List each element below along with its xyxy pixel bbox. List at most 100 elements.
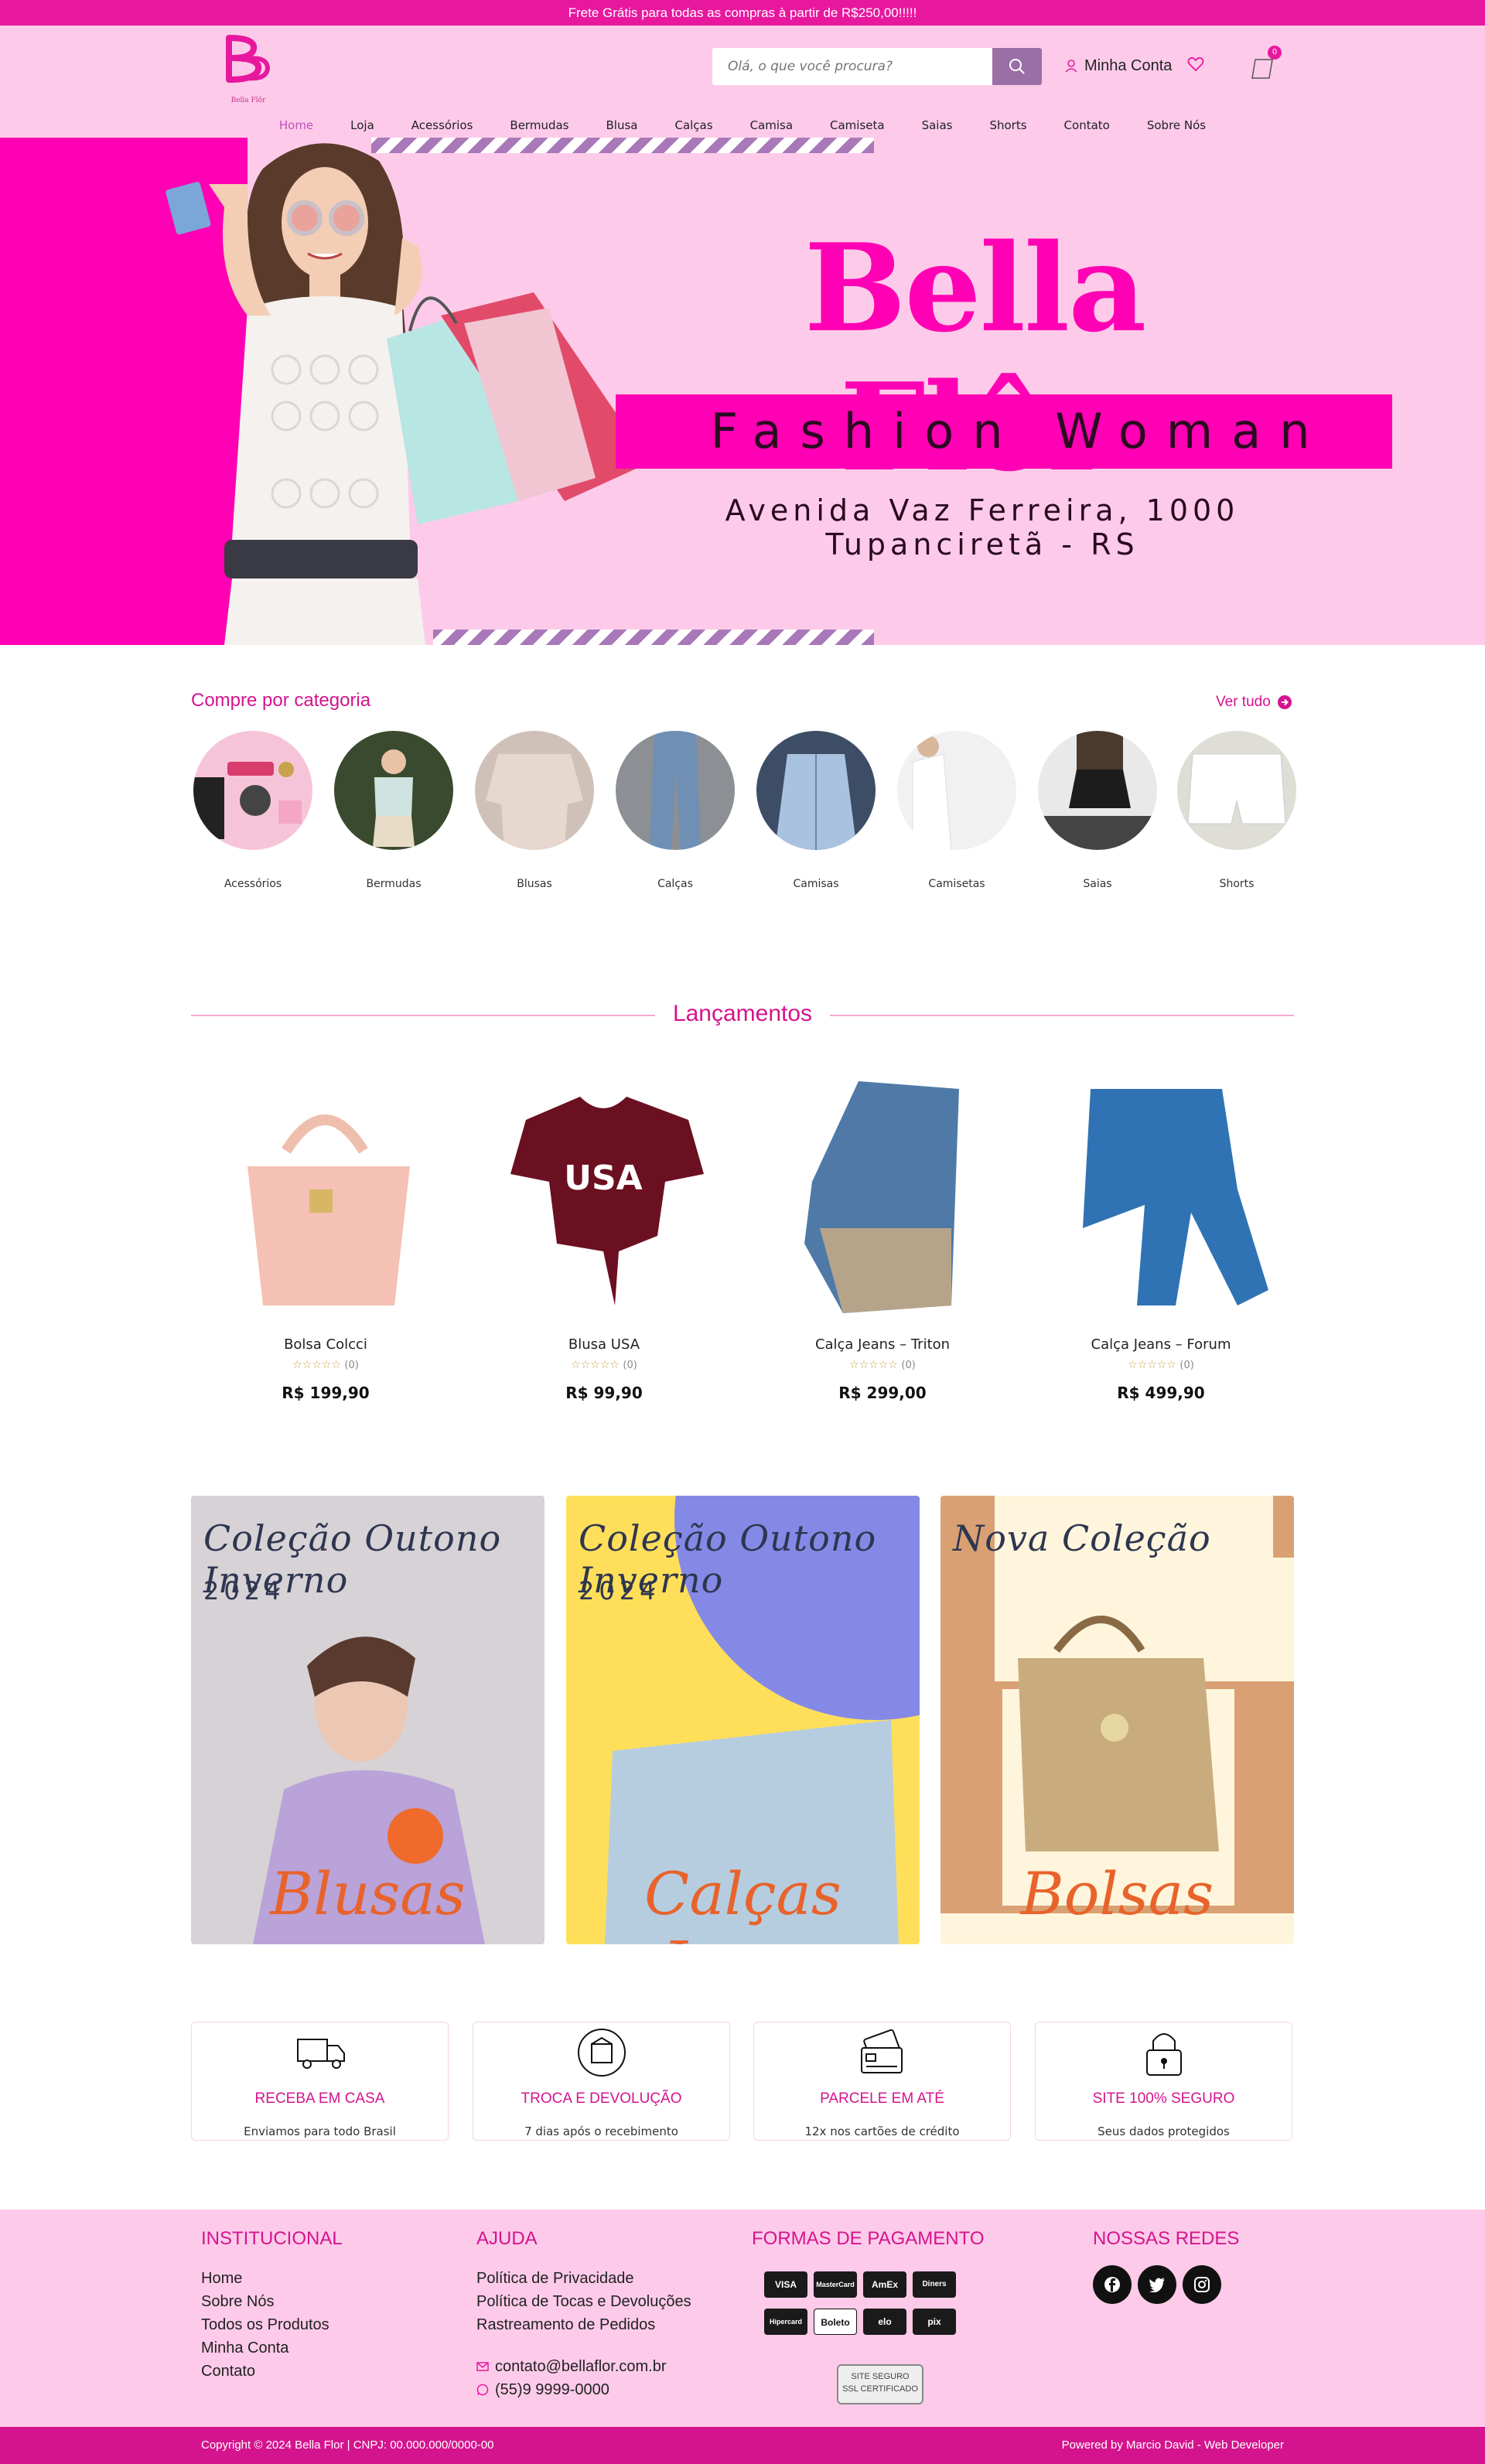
category-saias[interactable]: Saias: [1036, 731, 1159, 890]
product-image[interactable]: [201, 1073, 450, 1321]
category-label: Saias: [1083, 878, 1112, 890]
feature-card: PARCELE EM ATÉ 12x nos cartões de crédit…: [753, 2022, 1011, 2141]
nav-camiseta[interactable]: Camiseta: [811, 112, 903, 138]
saias-image: [1038, 731, 1157, 850]
collection-caption: Blusas: [270, 1859, 466, 1928]
search-input[interactable]: [712, 48, 992, 85]
site-footer: INSTITUCIONAL Home Sobre Nós Todos os Pr…: [0, 2210, 1485, 2427]
camisas-image: [775, 754, 857, 850]
hero-model-image: [166, 143, 650, 645]
product-image[interactable]: [758, 1073, 1007, 1321]
elo-icon: elo: [863, 2309, 906, 2335]
hero-address-line2: Tupanciretã - RS: [825, 527, 1139, 561]
ssl-seal: SITE SEGURO SSL CERTIFICADO: [837, 2364, 923, 2404]
product-price: R$ 199,90: [282, 1384, 370, 1402]
category-image: [616, 731, 735, 850]
product-rating: ☆☆☆☆☆ (0): [571, 1359, 637, 1371]
category-acessorios[interactable]: Acessórios: [191, 731, 315, 890]
categories-title: Compre por categoria: [191, 690, 371, 711]
category-blusas[interactable]: Blusas: [473, 731, 596, 890]
footer-link-rastreamento[interactable]: Rastreamento de Pedidos: [476, 2313, 691, 2336]
logo-b-icon: [226, 35, 271, 83]
collection-caption: Bolsas: [1020, 1859, 1214, 1928]
logo-mark: [215, 32, 282, 97]
category-image: [1038, 731, 1157, 850]
category-camisas[interactable]: Camisas: [754, 731, 878, 890]
footer-link-sobre[interactable]: Sobre Nós: [201, 2290, 343, 2313]
visa-icon: VISA: [764, 2271, 807, 2298]
product-card[interactable]: USA Blusa USA ☆☆☆☆☆ (0) R$ 99,90: [480, 1073, 729, 1402]
cart-button[interactable]: 0: [1249, 46, 1282, 83]
category-image: [193, 731, 312, 850]
account-link[interactable]: Minha Conta: [1064, 53, 1172, 78]
feature-desc: Enviamos para todo Brasil: [244, 2124, 396, 2138]
product-rating: ☆☆☆☆☆ (0): [849, 1359, 916, 1371]
nav-saias[interactable]: Saias: [903, 112, 971, 138]
product-name[interactable]: Calça Jeans – Forum: [1036, 1336, 1285, 1353]
nav-home[interactable]: Home: [261, 112, 332, 138]
category-label: Camisas: [793, 878, 839, 890]
facebook-icon[interactable]: [1093, 2265, 1132, 2304]
feature-desc: 12x nos cartões de crédito: [804, 2124, 960, 2138]
category-calcas[interactable]: Calças: [613, 731, 737, 890]
camisetas-image: [912, 735, 952, 850]
amex-icon: AmEx: [863, 2271, 906, 2298]
wishlist-button[interactable]: [1187, 56, 1204, 75]
site-logo[interactable]: Bella Flôr: [215, 32, 282, 104]
product-card[interactable]: Bolsa Colcci ☆☆☆☆☆ (0) R$ 199,90: [201, 1073, 450, 1402]
collection-banner-bolsas[interactable]: Nova Coleção Bolsas: [940, 1496, 1294, 1944]
calcas-image: [650, 731, 701, 850]
product-name[interactable]: Calça Jeans – Triton: [758, 1336, 1007, 1353]
footer-email[interactable]: contato@bellaflor.com.br: [476, 2355, 691, 2378]
feature-title: RECEBA EM CASA: [254, 2090, 385, 2107]
collection-banner-calcas-jeans[interactable]: Coleção Outono Inverno 2024 Calças Jeans: [566, 1496, 920, 1944]
nav-loja[interactable]: Loja: [332, 112, 393, 138]
footer-link-produtos[interactable]: Todos os Produtos: [201, 2313, 343, 2336]
nav-calcas[interactable]: Calças: [656, 112, 731, 138]
collection-banner-blusas[interactable]: Coleção Outono Inverno 2024 Blusas: [191, 1496, 544, 1944]
product-card[interactable]: Calça Jeans – Triton ☆☆☆☆☆ (0) R$ 299,00: [758, 1073, 1007, 1402]
twitter-icon[interactable]: [1138, 2265, 1176, 2304]
category-shorts[interactable]: Shorts: [1175, 731, 1299, 890]
search-bar: [712, 48, 1042, 85]
nav-blusa[interactable]: Blusa: [587, 112, 656, 138]
nav-camisa[interactable]: Camisa: [732, 112, 811, 138]
nav-contato[interactable]: Contato: [1046, 112, 1128, 138]
see-all-link[interactable]: Ver tudo: [1216, 694, 1292, 711]
product-price: R$ 499,90: [1117, 1384, 1205, 1402]
footer-payments: FORMAS DE PAGAMENTO: [752, 2228, 984, 2267]
product-card[interactable]: Calça Jeans – Forum ☆☆☆☆☆ (0) R$ 499,90: [1036, 1073, 1285, 1402]
footer-link-home[interactable]: Home: [201, 2267, 343, 2290]
product-name[interactable]: Bolsa Colcci: [201, 1336, 450, 1353]
main-nav: Home Loja Acessórios Bermudas Blusa Calç…: [0, 112, 1485, 138]
feature-desc: 7 dias após o recebimento: [524, 2124, 678, 2138]
shorts-image: [1187, 753, 1286, 824]
footer-link-privacidade[interactable]: Política de Privacidade: [476, 2267, 691, 2290]
nav-bermudas[interactable]: Bermudas: [491, 112, 587, 138]
product-image[interactable]: USA: [480, 1073, 729, 1321]
footer-help: AJUDA Política de Privacidade Política d…: [476, 2228, 691, 2401]
footer-institutional-title: INSTITUCIONAL: [201, 2228, 343, 2249]
footer-link-contato[interactable]: Contato: [201, 2360, 343, 2383]
instagram-icon[interactable]: [1183, 2265, 1221, 2304]
powered-by-link[interactable]: Powered by Marcio David - Web Developer: [1062, 2427, 1284, 2464]
footer-social: NOSSAS REDES: [1093, 2228, 1239, 2267]
footer-phone[interactable]: (55)9 9999-0000: [476, 2378, 691, 2401]
footer-link-trocas[interactable]: Política de Tocas e Devoluções: [476, 2290, 691, 2313]
footer-link-conta[interactable]: Minha Conta: [201, 2336, 343, 2360]
free-shipping-bar: Frete Grátis para todas as compras à par…: [0, 0, 1485, 26]
hero-banner[interactable]: Bella Flôr Fashion Woman Avenida Vaz Fer…: [0, 138, 1485, 645]
product-name[interactable]: Blusa USA: [480, 1336, 729, 1353]
search-button[interactable]: [992, 48, 1042, 85]
nav-acessorios[interactable]: Acessórios: [393, 112, 492, 138]
collection-caption: Calças Jeans: [644, 1859, 842, 1944]
product-image[interactable]: [1036, 1073, 1285, 1321]
rating-count: (0): [901, 1360, 916, 1371]
nav-sobre-nos[interactable]: Sobre Nós: [1128, 112, 1224, 138]
hero-address-line1: Avenida Vaz Ferreira, 1000: [725, 493, 1240, 527]
category-camisetas[interactable]: Camisetas: [895, 731, 1019, 890]
footer-payments-title: FORMAS DE PAGAMENTO: [752, 2228, 985, 2249]
category-bermudas[interactable]: Bermudas: [332, 731, 456, 890]
nav-shorts[interactable]: Shorts: [971, 112, 1045, 138]
heart-icon: [1187, 56, 1204, 72]
